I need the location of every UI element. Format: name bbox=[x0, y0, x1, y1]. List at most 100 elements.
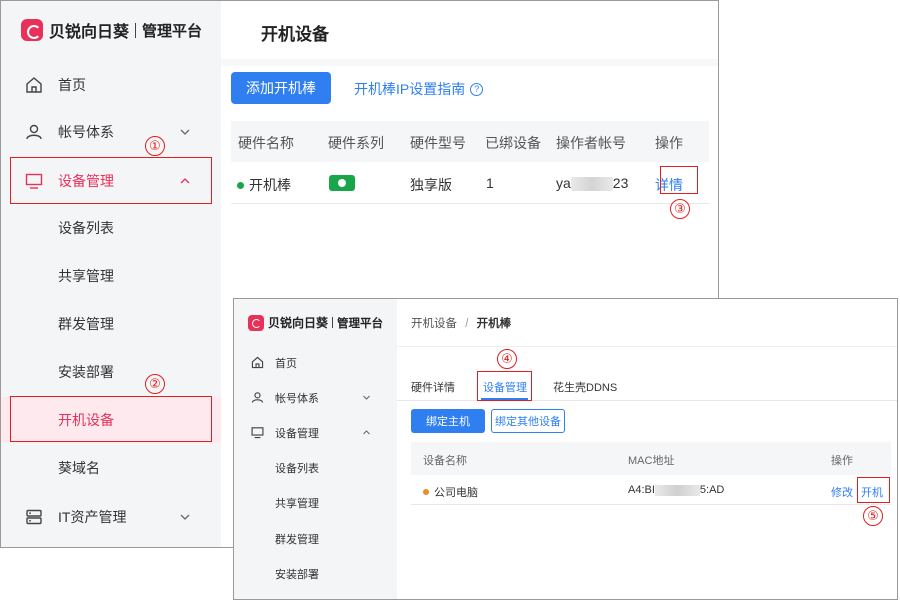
sidebar-item-label: 安装部署 bbox=[58, 364, 114, 380]
highlight-box-device-management bbox=[10, 157, 212, 204]
user-icon bbox=[26, 124, 42, 140]
server-icon bbox=[26, 509, 42, 525]
step-marker-3: ③ bbox=[670, 199, 690, 219]
brand-name: 贝锐向日葵 bbox=[49, 24, 130, 41]
highlight-box-power-on bbox=[857, 477, 890, 503]
tab-ddns[interactable]: 花生壳DDNS bbox=[553, 379, 617, 395]
table-header: 设备名称 MAC地址 操作 bbox=[411, 442, 891, 475]
sidebar-item-label: 群发管理 bbox=[58, 316, 114, 332]
device-name: 公司电脑 bbox=[423, 484, 478, 500]
sidebar-item-device-list[interactable]: 设备列表 bbox=[234, 450, 397, 485]
sidebar: 贝锐向日葵 管理平台 首页 帐号体系 设备管理 设备列表 共享管理 群发管理 安 bbox=[234, 299, 397, 599]
brand-logo: 贝锐向日葵 管理平台 bbox=[21, 19, 202, 41]
column-header: MAC地址 bbox=[628, 455, 675, 467]
breadcrumb-text: 开机设备 / 开机棒 bbox=[411, 315, 511, 331]
monitor-icon bbox=[251, 427, 264, 439]
bind-host-button[interactable]: 绑定主机 bbox=[411, 409, 485, 433]
sidebar-item-home[interactable]: 首页 bbox=[234, 345, 397, 380]
sidebar-item-broadcast[interactable]: 群发管理 bbox=[234, 521, 397, 556]
account-prefix: ya bbox=[556, 175, 571, 191]
sidebar-item-label: 首页 bbox=[58, 77, 86, 93]
tabs-divider bbox=[397, 400, 897, 401]
logo-divider bbox=[135, 22, 137, 38]
column-header: 操作 bbox=[831, 455, 853, 467]
chevron-up-icon bbox=[363, 430, 370, 435]
brand-name: 贝锐向日葵 bbox=[268, 316, 329, 330]
sidebar-item-label: 设备列表 bbox=[275, 463, 319, 475]
ip-guide-link[interactable]: 开机棒IP设置指南 ? bbox=[354, 79, 484, 99]
hardware-name: 开机棒 bbox=[237, 175, 291, 195]
sidebar-item-account[interactable]: 帐号体系 bbox=[1, 109, 221, 155]
sidebar-item-device-management[interactable]: 设备管理 bbox=[234, 415, 397, 450]
operator-account: ya 23 bbox=[556, 175, 629, 192]
step-marker-5: ⑤ bbox=[863, 506, 883, 526]
table-row: 公司电脑 A4:BI 5:AD 修改 开机 bbox=[411, 475, 891, 505]
mac-prefix: A4:BI bbox=[628, 484, 655, 496]
breadcrumb: 开机设备 / 开机棒 bbox=[397, 299, 897, 347]
chevron-down-icon bbox=[180, 514, 190, 520]
sidebar-item-label: 首页 bbox=[275, 358, 297, 370]
column-header: 已绑设备 bbox=[485, 135, 541, 151]
sunlogin-logo-icon bbox=[21, 19, 43, 41]
chevron-down-icon bbox=[180, 129, 190, 135]
sidebar-item-label: IT资产管理 bbox=[58, 509, 127, 525]
redacted-mask bbox=[654, 484, 700, 496]
hardware-name-text: 开机棒 bbox=[249, 177, 291, 193]
sidebar-item-broadcast[interactable]: 群发管理 bbox=[1, 301, 221, 347]
home-icon bbox=[26, 77, 42, 93]
sidebar-item-domain[interactable]: 葵域名 bbox=[1, 445, 221, 491]
column-header: 设备名称 bbox=[423, 455, 467, 467]
sidebar-item-home[interactable]: 首页 bbox=[1, 62, 221, 108]
breadcrumb-current: 开机棒 bbox=[476, 318, 512, 330]
sidebar-item-label: 安装部署 bbox=[275, 569, 319, 581]
column-header: 操作者帐号 bbox=[556, 135, 626, 151]
sidebar-item-label: 设备列表 bbox=[58, 220, 114, 236]
detail-window: 贝锐向日葵 管理平台 首页 帐号体系 设备管理 设备列表 共享管理 群发管理 安 bbox=[233, 298, 898, 600]
sunlogin-logo-icon bbox=[248, 314, 264, 331]
table-row: 开机棒 独享版 1 ya 23 详情 bbox=[231, 162, 709, 204]
bound-count: 1 bbox=[486, 175, 494, 191]
breadcrumb-parent[interactable]: 开机设备 bbox=[411, 318, 457, 330]
top-bar: 开机设备 bbox=[221, 1, 718, 59]
user-icon bbox=[251, 392, 264, 403]
device-name-text: 公司电脑 bbox=[434, 487, 478, 499]
bind-other-device-button[interactable]: 绑定其他设备 bbox=[491, 409, 565, 433]
highlight-box-power-devices bbox=[10, 396, 212, 442]
step-marker-2: ② bbox=[145, 374, 165, 394]
hardware-series-icon bbox=[329, 175, 355, 191]
step-marker-1: ① bbox=[145, 136, 165, 156]
ip-guide-label: 开机棒IP设置指南 bbox=[354, 81, 466, 97]
sidebar-item-device-list[interactable]: 设备列表 bbox=[1, 205, 221, 251]
sidebar: 贝锐向日葵 管理平台 首页 帐号体系 设备管理 设备列表 共享管理 群发管理 安… bbox=[1, 1, 221, 547]
table-header: 硬件名称 硬件系列 硬件型号 已绑设备 操作者帐号 操作 bbox=[231, 121, 709, 162]
highlight-box-details bbox=[660, 166, 698, 194]
sidebar-item-label: 共享管理 bbox=[58, 268, 114, 284]
sidebar-item-sharing[interactable]: 共享管理 bbox=[234, 485, 397, 520]
sidebar-item-account[interactable]: 帐号体系 bbox=[234, 380, 397, 415]
platform-name: 管理平台 bbox=[142, 22, 203, 40]
sidebar-item-install[interactable]: 安装部署 bbox=[234, 556, 397, 591]
chevron-down-icon bbox=[363, 395, 370, 400]
platform-name: 管理平台 bbox=[337, 317, 384, 330]
step-marker-4: ④ bbox=[497, 349, 517, 369]
edit-link[interactable]: 修改 bbox=[831, 484, 853, 500]
sidebar-item-label: 群发管理 bbox=[275, 534, 319, 546]
sidebar-item-install[interactable]: 安装部署 bbox=[1, 349, 221, 395]
sidebar-item-label: 共享管理 bbox=[275, 498, 319, 510]
breadcrumb-separator: / bbox=[465, 318, 469, 330]
tab-hardware-details[interactable]: 硬件详情 bbox=[411, 379, 455, 395]
offline-status-dot bbox=[423, 489, 429, 496]
mac-suffix: 5:AD bbox=[699, 484, 725, 496]
column-header: 硬件名称 bbox=[238, 135, 294, 151]
highlight-box-device-management-tab bbox=[477, 371, 532, 401]
column-header: 操作 bbox=[655, 135, 683, 151]
page-title: 开机设备 bbox=[261, 25, 329, 44]
online-status-dot bbox=[237, 181, 244, 189]
sidebar-item-label: 葵域名 bbox=[58, 460, 100, 476]
help-icon: ? bbox=[470, 82, 484, 96]
add-power-stick-button[interactable]: 添加开机棒 bbox=[231, 72, 331, 104]
account-suffix: 23 bbox=[612, 175, 629, 191]
sidebar-item-it-assets[interactable]: IT资产管理 bbox=[1, 494, 221, 540]
sidebar-item-label: 帐号体系 bbox=[58, 124, 114, 140]
sidebar-item-sharing[interactable]: 共享管理 bbox=[1, 253, 221, 299]
